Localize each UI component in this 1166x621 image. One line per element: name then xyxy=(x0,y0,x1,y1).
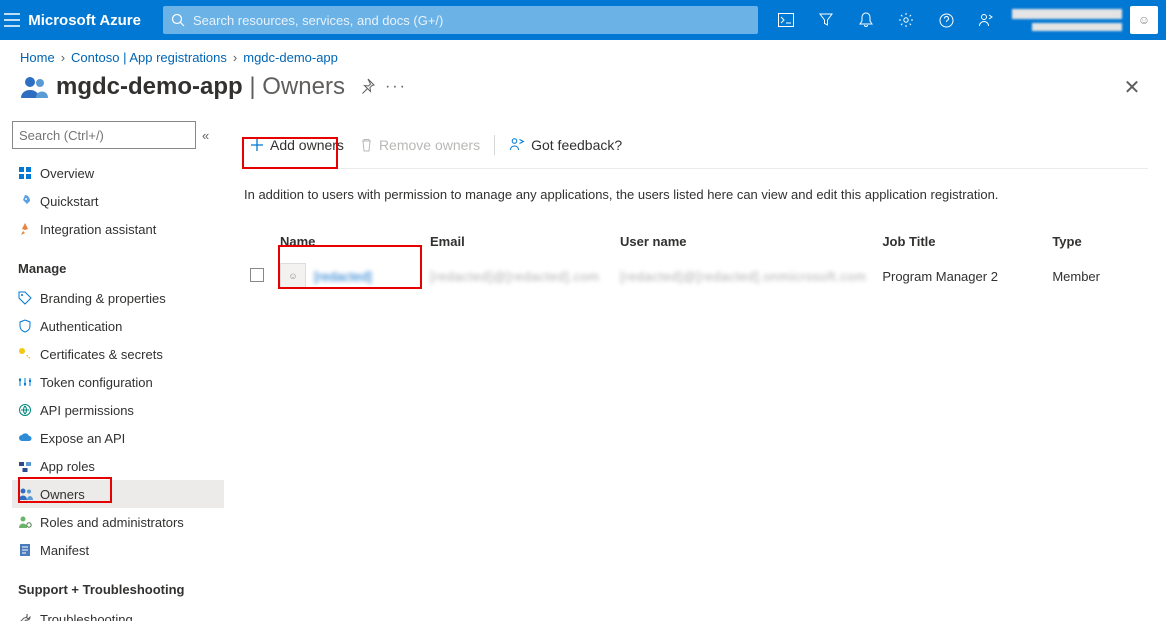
owners-icon xyxy=(18,487,38,501)
sidebar-item-authentication[interactable]: Authentication xyxy=(12,312,224,340)
settings-button[interactable] xyxy=(886,0,926,40)
sidebar: « Overview Quickstart Integration assist… xyxy=(0,121,224,621)
breadcrumb-home[interactable]: Home xyxy=(20,50,55,65)
sidebar-item-token-config[interactable]: Token configuration xyxy=(12,368,224,396)
global-search[interactable] xyxy=(163,6,758,34)
owner-email: [redacted]@[redacted].com xyxy=(430,269,600,284)
sidebar-item-manifest[interactable]: Manifest xyxy=(12,536,224,564)
more-button[interactable]: ··· xyxy=(385,78,407,96)
sidebar-item-expose-api[interactable]: Expose an API xyxy=(12,424,224,452)
main-content: Add owners Remove owners Got feedback? I… xyxy=(224,121,1166,621)
help-icon xyxy=(939,13,954,28)
sidebar-item-app-roles[interactable]: App roles xyxy=(12,452,224,480)
add-owners-button[interactable]: Add owners xyxy=(242,129,352,161)
breadcrumb: Home › Contoso | App registrations › mgd… xyxy=(0,40,1166,71)
cloud-shell-icon xyxy=(778,13,794,27)
sidebar-item-overview[interactable]: Overview xyxy=(12,159,224,187)
api-icon xyxy=(18,403,38,417)
breadcrumb-sep: › xyxy=(233,50,237,65)
rocket-alt-icon xyxy=(18,222,38,236)
wrench-icon xyxy=(18,612,38,621)
account-area[interactable]: ☺ xyxy=(1006,6,1166,34)
search-icon xyxy=(171,13,185,27)
feedback-button[interactable] xyxy=(966,0,1006,40)
sliders-icon xyxy=(18,375,38,389)
close-button[interactable]: ✕ xyxy=(1118,73,1146,101)
bell-icon xyxy=(859,12,873,28)
page-title-row: mgdc-demo-app | Owners ··· ✕ xyxy=(0,71,1166,121)
global-search-input[interactable] xyxy=(193,13,758,28)
col-type[interactable]: Type xyxy=(1044,228,1148,255)
gear-icon xyxy=(898,12,914,28)
sidebar-item-api-permissions[interactable]: API permissions xyxy=(12,396,224,424)
command-bar: Add owners Remove owners Got feedback? xyxy=(242,121,1148,169)
tag-icon xyxy=(18,291,38,305)
roles-icon xyxy=(18,459,38,473)
feedback-icon xyxy=(509,137,525,152)
sidebar-item-certificates[interactable]: Certificates & secrets xyxy=(12,340,224,368)
row-checkbox[interactable] xyxy=(250,268,264,282)
help-button[interactable] xyxy=(926,0,966,40)
sidebar-search[interactable] xyxy=(12,121,196,149)
table-row[interactable]: ☺ [redacted] [redacted]@[redacted].com [… xyxy=(242,255,1148,297)
sidebar-section-manage: Manage xyxy=(18,261,224,276)
owners-table: Name Email User name Job Title Type ☺ [r… xyxy=(242,228,1148,297)
global-search-wrap xyxy=(155,0,766,40)
grid-icon xyxy=(18,166,38,180)
toolbar-separator xyxy=(494,135,495,155)
sidebar-item-integration-assistant[interactable]: Integration assistant xyxy=(12,215,224,243)
description-text: In addition to users with permission to … xyxy=(244,187,1146,202)
col-jobtitle[interactable]: Job Title xyxy=(874,228,1044,255)
pin-button[interactable] xyxy=(359,78,375,97)
trash-icon xyxy=(360,138,373,152)
sidebar-section-support: Support + Troubleshooting xyxy=(18,582,224,597)
page-title: mgdc-demo-app xyxy=(56,73,243,101)
people-icon xyxy=(18,71,50,103)
account-text xyxy=(1012,9,1122,31)
col-username[interactable]: User name xyxy=(612,228,874,255)
rocket-icon xyxy=(18,194,38,208)
plus-icon xyxy=(250,138,264,152)
directory-filter-button[interactable] xyxy=(806,0,846,40)
brand-label[interactable]: Microsoft Azure xyxy=(24,12,155,29)
filter-icon xyxy=(819,13,833,27)
shield-icon xyxy=(18,319,38,333)
breadcrumb-sep: › xyxy=(61,50,65,65)
owner-jobtitle: Program Manager 2 xyxy=(882,269,998,284)
header-icon-bar xyxy=(766,0,1006,40)
hamburger-icon xyxy=(4,13,20,27)
remove-owners-button: Remove owners xyxy=(352,129,488,161)
avatar: ☺ xyxy=(1130,6,1158,34)
key-icon xyxy=(18,347,38,361)
owner-username: [redacted]@[redacted].onmicrosoft.com xyxy=(620,269,866,284)
sidebar-item-quickstart[interactable]: Quickstart xyxy=(12,187,224,215)
page-section: | Owners xyxy=(243,73,345,101)
sidebar-item-roles-admins[interactable]: Roles and administrators xyxy=(12,508,224,536)
owner-type: Member xyxy=(1052,269,1100,284)
cloud-icon xyxy=(18,432,38,444)
user-avatar-icon: ☺ xyxy=(280,263,306,289)
portal-header: Microsoft Azure ☺ xyxy=(0,0,1166,40)
feedback-button[interactable]: Got feedback? xyxy=(501,129,630,161)
feedback-person-icon xyxy=(978,13,994,28)
owner-name-link[interactable]: [redacted] xyxy=(314,269,372,284)
cloud-shell-button[interactable] xyxy=(766,0,806,40)
breadcrumb-parent[interactable]: Contoso | App registrations xyxy=(71,50,227,65)
col-name[interactable]: Name xyxy=(272,228,422,255)
admin-icon xyxy=(18,515,38,529)
col-email[interactable]: Email xyxy=(422,228,612,255)
sidebar-collapse-button[interactable]: « xyxy=(202,128,209,143)
sidebar-item-branding[interactable]: Branding & properties xyxy=(12,284,224,312)
hamburger-menu[interactable] xyxy=(0,0,24,40)
pin-icon xyxy=(359,78,375,94)
sidebar-search-input[interactable] xyxy=(19,128,195,143)
manifest-icon xyxy=(18,543,38,557)
breadcrumb-current[interactable]: mgdc-demo-app xyxy=(243,50,338,65)
sidebar-item-owners[interactable]: Owners xyxy=(12,480,224,508)
notifications-button[interactable] xyxy=(846,0,886,40)
sidebar-item-troubleshooting[interactable]: Troubleshooting xyxy=(12,605,224,621)
